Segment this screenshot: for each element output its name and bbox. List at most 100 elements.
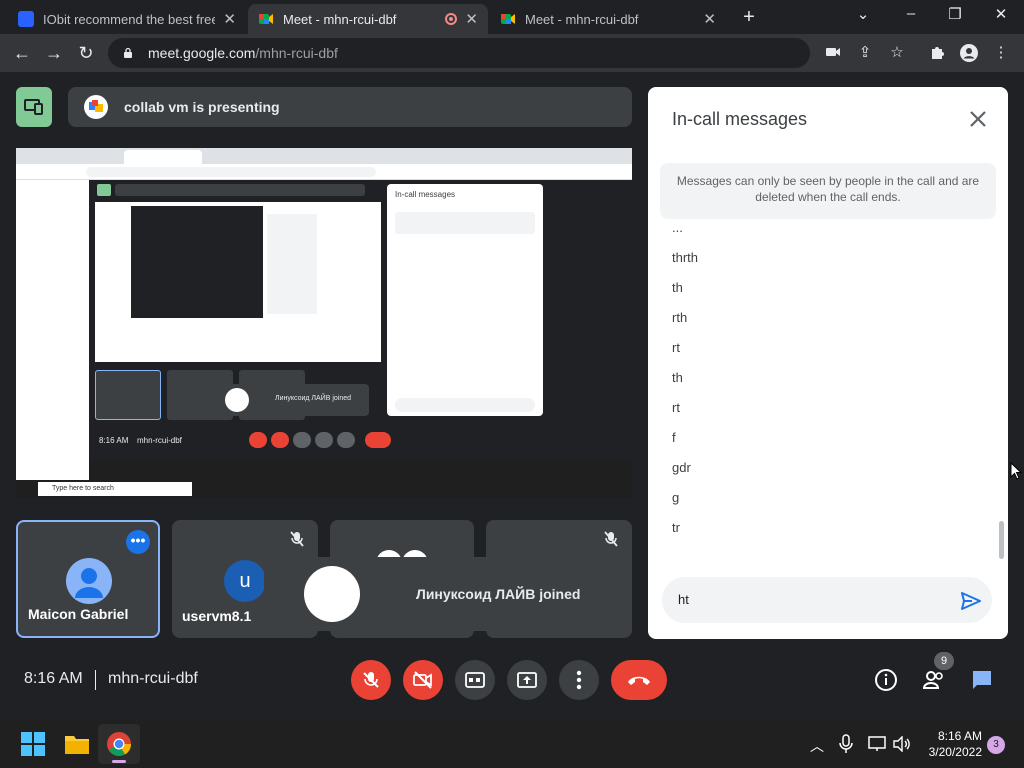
browser-menu-kebab-icon[interactable]: ⋮ <box>992 44 1010 62</box>
tab-meet-active[interactable]: Meet - mhn-rcui-dbf ✕ <box>248 4 488 34</box>
show-hidden-icons-chevron-icon[interactable]: ︿ <box>810 736 824 756</box>
shared-joined-text: Линуксоид ЛАЙВ joined <box>275 395 352 402</box>
shared-screen: In-call messages Линуксоид ЛАЙВ joined 8… <box>16 148 632 498</box>
tab-title: Meet - mhn-rcui-dbf <box>283 11 397 27</box>
presentation-indicator[interactable] <box>16 87 52 127</box>
recording-indicator-icon <box>445 13 458 25</box>
close-tab-icon[interactable]: ✕ <box>703 10 716 28</box>
minimize-button[interactable]: – <box>896 5 926 22</box>
meet-favicon-icon <box>500 11 516 27</box>
file-explorer-icon[interactable] <box>64 732 90 756</box>
shared-browser-tabs <box>16 148 632 164</box>
more-options-button[interactable] <box>559 660 599 700</box>
close-window-button[interactable]: ✕ <box>986 5 1016 23</box>
new-tab-button[interactable]: + <box>734 6 764 29</box>
message-item: gdr <box>672 460 691 475</box>
iobit-favicon-icon <box>18 11 34 27</box>
chat-notice: Messages can only be seen by people in t… <box>660 163 996 219</box>
captions-icon <box>465 672 485 688</box>
avatar <box>304 566 360 622</box>
avatar-initial: u <box>224 560 266 602</box>
tab-search-chevron-icon[interactable]: ⌄ <box>848 5 878 23</box>
clock-time[interactable]: 8:16 AM <box>934 729 982 743</box>
presenter-avatar <box>84 95 108 119</box>
kebab-menu-icon <box>576 670 582 690</box>
extensions-puzzle-icon[interactable] <box>928 44 946 62</box>
message-item: th <box>672 280 683 295</box>
back-arrow-icon[interactable]: ← <box>10 42 34 64</box>
present-screen-icon <box>24 99 43 115</box>
meeting-details-info-icon[interactable] <box>874 668 898 692</box>
windows-start-icon[interactable] <box>20 732 46 756</box>
camera-in-use-icon[interactable] <box>824 44 842 62</box>
toggle-mic-button[interactable] <box>351 660 391 700</box>
divider <box>95 670 96 690</box>
url-host: meet.google.com <box>148 45 256 61</box>
tab-iobit[interactable]: IObit recommend the best free, f ✕ <box>8 4 246 34</box>
avatar <box>66 558 112 604</box>
participant-name: uservm8.1 <box>182 608 252 624</box>
mouse-cursor-icon <box>1010 462 1022 480</box>
close-tab-icon[interactable]: ✕ <box>465 10 478 28</box>
tab-title: IObit recommend the best free, f <box>43 11 216 27</box>
message-scrollbar[interactable] <box>999 521 1004 559</box>
message-item: rth <box>672 310 688 325</box>
shared-time: 8:16 AM <box>99 436 129 445</box>
message-item: f <box>672 430 676 445</box>
panel-title: In-call messages <box>672 109 808 129</box>
message-item: rt <box>672 340 680 355</box>
bookmark-star-icon[interactable]: ☆ <box>888 44 906 62</box>
message-item: g <box>672 490 680 505</box>
restore-button[interactable]: ❐ <box>940 5 970 23</box>
present-icon <box>517 672 537 688</box>
tab-meet-2[interactable]: Meet - mhn-rcui-dbf ✕ <box>490 4 726 34</box>
clock-date[interactable]: 3/20/2022 <box>921 745 982 759</box>
leave-call-button[interactable] <box>611 660 667 700</box>
send-icon[interactable] <box>960 590 982 612</box>
message-list[interactable]: ... thrth th rth rt th rt f gdr g tr <box>672 223 992 543</box>
notification-badge[interactable]: 3 <box>987 736 1005 754</box>
volume-icon[interactable] <box>892 736 912 752</box>
url-path: /mhn-rcui-dbf <box>255 45 338 61</box>
more-options-icon[interactable]: ••• <box>126 530 150 554</box>
captions-button[interactable] <box>455 660 495 700</box>
profile-avatar-icon[interactable] <box>960 44 978 62</box>
present-now-button[interactable] <box>507 660 547 700</box>
participant-tile-maicon[interactable]: ••• Maicon Gabriel <box>16 520 160 638</box>
microphone-icon[interactable] <box>838 734 854 754</box>
join-notification: Линуксоид ЛАЙВ joined <box>264 557 624 631</box>
mic-off-icon <box>290 531 304 547</box>
presenting-text: collab vm is presenting <box>124 99 280 115</box>
message-input[interactable]: ht <box>662 577 992 623</box>
message-item: ... <box>672 223 683 235</box>
people-icon[interactable] <box>922 668 946 692</box>
message-item: th <box>672 370 683 385</box>
toggle-camera-button[interactable] <box>403 660 443 700</box>
share-icon[interactable]: ⇪ <box>856 44 874 62</box>
meet-favicon-icon <box>258 11 274 27</box>
chrome-icon <box>107 732 131 757</box>
mic-off-icon <box>363 672 379 688</box>
tab-title: Meet - mhn-rcui-dbf <box>525 11 639 27</box>
address-bar[interactable]: meet.google.com/mhn-rcui-dbf <box>108 38 810 68</box>
message-item: thrth <box>672 250 699 265</box>
forward-arrow-icon[interactable]: → <box>42 42 66 64</box>
lock-icon <box>124 47 132 58</box>
shared-search-box: Type here to search <box>38 482 192 496</box>
browser-toolbar: ← → ↻ meet.google.com/mhn-rcui-dbf ⇪ ☆ ⋮ <box>0 34 1024 72</box>
shared-chat-title: In-call messages <box>395 190 456 199</box>
reload-icon[interactable]: ↻ <box>74 42 98 64</box>
camera-off-icon <box>413 671 432 689</box>
mic-off-icon <box>604 531 618 547</box>
network-icon[interactable] <box>868 736 886 752</box>
chat-icon[interactable] <box>970 668 994 692</box>
browser-tab-strip: IObit recommend the best free, f ✕ Meet … <box>0 0 1024 34</box>
shared-address-bar <box>16 164 632 180</box>
close-icon[interactable] <box>966 107 990 131</box>
in-call-messages-panel: In-call messages Messages can only be se… <box>648 87 1008 639</box>
shared-chat-panel: In-call messages <box>387 184 543 416</box>
meeting-code: mhn-rcui-dbf <box>108 670 198 687</box>
chrome-taskbar-button[interactable] <box>98 724 140 764</box>
meeting-time: 8:16 AM <box>24 670 83 687</box>
close-tab-icon[interactable]: ✕ <box>223 10 236 28</box>
